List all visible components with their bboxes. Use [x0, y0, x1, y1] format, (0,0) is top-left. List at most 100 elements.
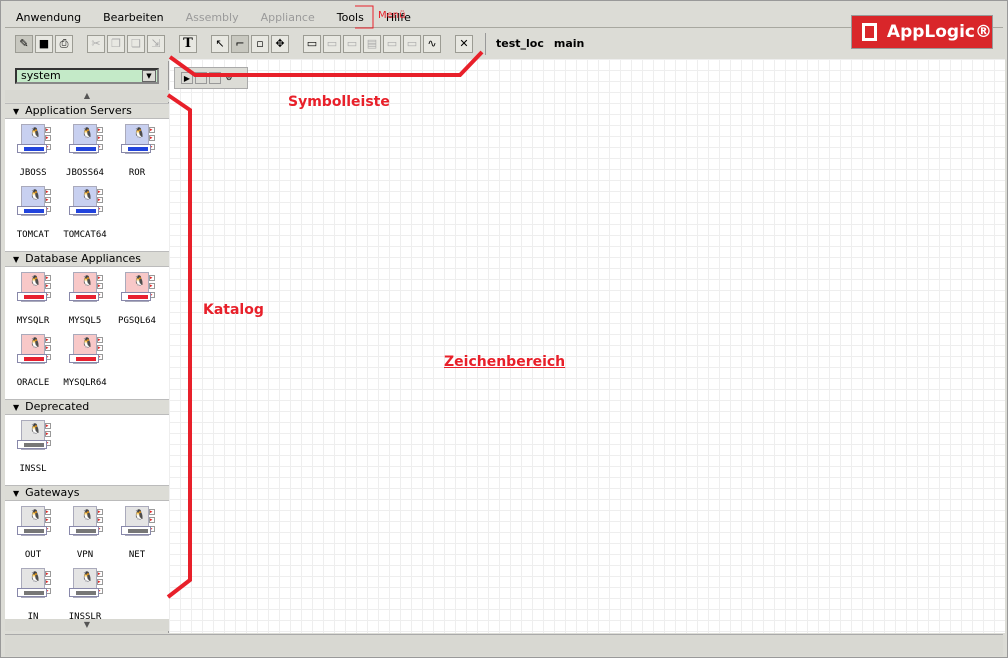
appliance-icon: 🐧 ▸ ▸ ▸	[67, 186, 103, 218]
catalog-item[interactable]: 🐧 ▸ ▸ ▸ MYSQL5	[59, 269, 111, 331]
appliance-icon: 🐧 ▸ ▸ ▸	[15, 506, 51, 538]
scroll-up-button[interactable]: ▲	[5, 90, 169, 102]
select-pointer-icon[interactable]: ↖	[211, 34, 229, 53]
gear-icon[interactable]: ⚙	[223, 72, 235, 84]
logo-mark-icon	[862, 23, 877, 41]
restart-icon[interactable]	[209, 72, 221, 84]
catalog-item[interactable]: 🐧 ▸ ▸ ▸ INSSLR	[59, 565, 111, 619]
edit-pencil-icon[interactable]: ✎	[15, 34, 33, 53]
group-tool-icon[interactable]: ▫	[251, 34, 269, 53]
print-icon[interactable]: ⎙	[55, 34, 73, 53]
catalog-item-label: VPN	[76, 550, 94, 560]
catalog-item[interactable]: 🐧 ▸ ▸ ▸ MYSQLR	[7, 269, 59, 331]
catalog-item-label: MYSQLR	[16, 316, 50, 326]
stop-icon[interactable]	[195, 72, 207, 84]
appliance-icon: 🐧 ▸ ▸ ▸	[15, 420, 51, 452]
catalog-item[interactable]: 🐧 ▸ ▸ ▸ JBOSS64	[59, 121, 111, 183]
catalog-item-label: JBOSS64	[66, 168, 104, 178]
catalog-item[interactable]: 🐧 ▸ ▸ ▸ TOMCAT64	[59, 183, 111, 245]
menu-anwendung[interactable]: Anwendung	[5, 11, 92, 24]
catalog-item-label: ORACLE	[16, 378, 50, 388]
triangle-down-icon: ▼	[13, 489, 20, 498]
catalog-item-label: MYSQL5	[68, 316, 102, 326]
drawing-canvas[interactable]: ▶ ⚙	[169, 59, 1005, 633]
menu-tools[interactable]: Tools	[326, 11, 375, 24]
catalog-item[interactable]: 🐧 ▸ ▸ ▸ INSSL	[7, 417, 59, 479]
catalog-item[interactable]: 🐧 ▸ ▸ ▸ JBOSS	[7, 121, 59, 183]
appliance-icon: 🐧 ▸ ▸ ▸	[15, 186, 51, 218]
catalog-item[interactable]: 🐧 ▸ ▸ ▸ TOMCAT	[7, 183, 59, 245]
catalog-item-label: INSSLR	[68, 612, 102, 619]
section-title: Application Servers	[25, 104, 132, 117]
menu-bearbeiten[interactable]: Bearbeiten	[92, 11, 174, 24]
text-tool-icon[interactable]: T	[179, 34, 197, 53]
monitor-icon[interactable]: ∿	[423, 34, 441, 53]
catalog-item[interactable]: 🐧 ▸ ▸ ▸ PGSQL64	[111, 269, 163, 331]
section-title: Gateways	[25, 486, 80, 499]
catalog-item-label: IN	[27, 612, 39, 619]
select-window-icon[interactable]: ▭	[383, 34, 401, 53]
catalog-item[interactable]: 🐧 ▸ ▸ ▸ IN	[7, 565, 59, 619]
appliance-icon: 🐧 ▸ ▸ ▸	[67, 272, 103, 304]
logo-text: AppLogic®	[886, 22, 992, 42]
copy-icon[interactable]: ❐	[107, 34, 125, 53]
chevron-down-icon[interactable]: ▼	[142, 70, 156, 82]
new-window-icon[interactable]: ▭	[403, 34, 421, 53]
catalog-section-header[interactable]: ▼ Application Servers	[5, 103, 169, 119]
appliance-icon: 🐧 ▸ ▸ ▸	[119, 124, 155, 156]
appliance-icon: 🐧 ▸ ▸ ▸	[15, 334, 51, 366]
cut-icon[interactable]: ✂	[87, 34, 105, 53]
paste-into-icon[interactable]: ⇲	[147, 34, 165, 53]
annotation-canvas: Zeichenbereich	[444, 354, 566, 370]
appliance-icon: 🐧 ▸ ▸ ▸	[67, 568, 103, 600]
catalog-item[interactable]: 🐧 ▸ ▸ ▸ MYSQLR64	[59, 331, 111, 393]
catalog-item-label: INSSL	[19, 464, 47, 474]
catalog-item[interactable]: 🐧 ▸ ▸ ▸ OUT	[7, 503, 59, 565]
edit-box-icon[interactable]: ▭	[343, 34, 361, 53]
section-title: Database Appliances	[25, 252, 141, 265]
properties-icon[interactable]: ▤	[363, 34, 381, 53]
application-name: test_loc	[496, 37, 544, 50]
catalog-item-label: TOMCAT64	[63, 230, 107, 240]
catalog-select[interactable]: system ▼	[15, 68, 159, 84]
appliance-icon: 🐧 ▸ ▸ ▸	[119, 272, 155, 304]
applogic-logo: AppLogic®	[851, 15, 993, 49]
applogic-window: Anwendung Bearbeiten Assembly Appliance Tool…	[0, 0, 1008, 658]
connect-tool-icon[interactable]: ⌐	[231, 34, 249, 53]
assembly-name: main	[553, 37, 585, 50]
catalog-section-header[interactable]: ▼ Gateways	[5, 485, 169, 501]
lock-window-icon[interactable]: ▭	[323, 34, 341, 53]
menu-bar: Anwendung Bearbeiten Assembly Appliance Tool…	[5, 7, 422, 27]
catalog-item[interactable]: 🐧 ▸ ▸ ▸ NET	[111, 503, 163, 565]
appliance-icon: 🐧 ▸ ▸ ▸	[67, 124, 103, 156]
status-bar	[5, 634, 1003, 656]
catalog-item-label: PGSQL64	[118, 316, 156, 326]
catalog-item-label: TOMCAT	[16, 230, 50, 240]
appliance-icon: 🐧 ▸ ▸ ▸	[67, 506, 103, 538]
appliance-icon: 🐧 ▸ ▸ ▸	[119, 506, 155, 538]
catalog-item-label: ROR	[128, 168, 146, 178]
catalog-item[interactable]: 🐧 ▸ ▸ ▸ ORACLE	[7, 331, 59, 393]
catalog-item[interactable]: 🐧 ▸ ▸ ▸ ROR	[111, 121, 163, 183]
window-icon[interactable]: ▭	[303, 34, 321, 53]
triangle-down-icon: ▼	[13, 107, 20, 116]
annotation-menu: Menü	[378, 10, 406, 21]
save-icon[interactable]: ■	[35, 34, 53, 53]
scroll-down-button[interactable]: ▼	[5, 619, 169, 631]
catalog-item-label: OUT	[24, 550, 42, 560]
play-icon[interactable]: ▶	[181, 72, 193, 84]
toolbar-separator	[485, 32, 486, 55]
close-icon[interactable]: ✕	[455, 34, 473, 53]
menu-assembly[interactable]: Assembly	[175, 11, 250, 24]
catalog-panel: system ▼ ▲ ▼ Application Servers 🐧 ▸ ▸ ▸ JBOSS 🐧…	[5, 61, 169, 633]
catalog-section-header[interactable]: ▼ Database Appliances	[5, 251, 169, 267]
section-title: Deprecated	[25, 400, 90, 413]
appliance-icon: 🐧 ▸ ▸ ▸	[15, 124, 51, 156]
move-tool-icon[interactable]: ✥	[271, 34, 289, 53]
catalog-item[interactable]: 🐧 ▸ ▸ ▸ VPN	[59, 503, 111, 565]
catalog-item-label: JBOSS	[19, 168, 47, 178]
menu-appliance[interactable]: Appliance	[250, 11, 326, 24]
catalog-item-label: NET	[128, 550, 146, 560]
catalog-section-header[interactable]: ▼ Deprecated	[5, 399, 169, 415]
paste-icon[interactable]: ❏	[127, 34, 145, 53]
